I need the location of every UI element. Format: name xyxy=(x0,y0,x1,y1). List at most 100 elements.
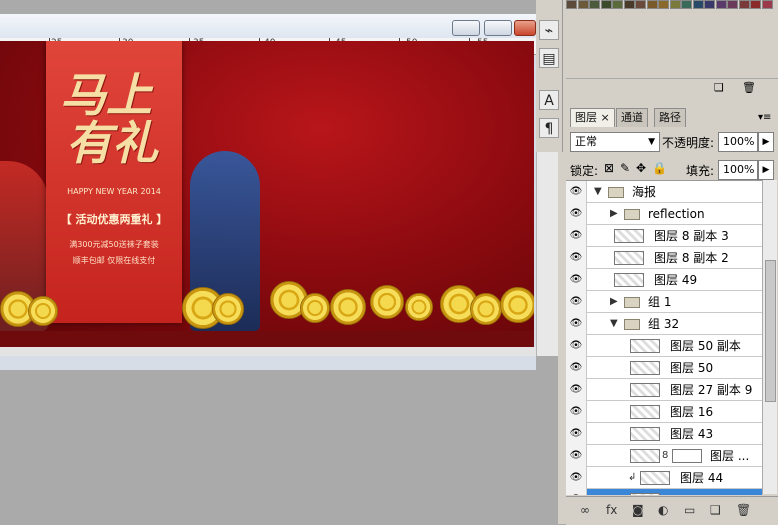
layer-list[interactable]: 👁 ▼ 海报 👁 ▶ reflection 👁 图层 8 副本 3 👁 图层 8 副本 2 👁 图层 … xyxy=(566,180,762,495)
swatches-panel[interactable] xyxy=(566,0,776,20)
opacity-field[interactable]: 100% xyxy=(718,132,758,152)
layer-row[interactable]: 👁 图层 16 xyxy=(566,401,762,423)
visibility-cell[interactable]: 👁 xyxy=(566,291,587,313)
color-swatch[interactable] xyxy=(669,0,681,9)
eye-icon[interactable]: 👁 xyxy=(569,472,583,483)
eye-icon[interactable]: 👁 xyxy=(569,494,583,495)
visibility-cell[interactable]: 👁 xyxy=(566,335,587,357)
color-swatch[interactable] xyxy=(635,0,646,9)
layer-row[interactable]: 👁 图层 43 xyxy=(566,423,762,445)
color-swatch[interactable] xyxy=(761,0,773,9)
layer-row[interactable]: 👁 ▼ 组 32 xyxy=(566,313,762,335)
expand-right-icon[interactable]: ▶ xyxy=(610,291,618,313)
visibility-cell[interactable]: 👁 xyxy=(566,401,587,423)
layer-row[interactable]: 👁 ↲ 图层 44 xyxy=(566,467,762,489)
color-swatch[interactable] xyxy=(692,0,704,9)
expand-right-icon[interactable]: ▶ xyxy=(610,203,618,225)
brush-icon[interactable]: ⌁ xyxy=(539,20,559,40)
fx-icon[interactable]: fx xyxy=(606,503,617,517)
stamp-icon[interactable]: ▤ xyxy=(539,48,559,68)
tab-paths[interactable]: 路径 xyxy=(654,108,686,127)
lock-all-icon[interactable]: 🔒 xyxy=(652,161,667,175)
character-icon[interactable]: A xyxy=(539,90,559,110)
layer-row[interactable]: 👁 图层 8 副本 3 xyxy=(566,225,762,247)
layer-row[interactable]: 👁 xyxy=(566,489,762,495)
visibility-cell[interactable]: 👁 xyxy=(566,313,587,335)
fill-arrow-icon[interactable]: ▶ xyxy=(758,160,774,180)
color-swatch[interactable] xyxy=(600,0,612,9)
trash-icon[interactable]: 🗑 xyxy=(742,81,756,94)
color-swatch[interactable] xyxy=(681,0,692,9)
visibility-cell[interactable]: 👁 xyxy=(566,247,587,269)
color-swatch[interactable] xyxy=(658,0,669,9)
tab-layers[interactable]: 图层 × xyxy=(570,108,615,127)
color-swatch[interactable] xyxy=(566,0,577,9)
eye-icon[interactable]: 👁 xyxy=(569,340,583,351)
layer-row[interactable]: 👁 图层 50 xyxy=(566,357,762,379)
lock-position-icon[interactable]: ✥ xyxy=(636,161,646,175)
color-swatch[interactable] xyxy=(623,0,635,9)
group-icon[interactable]: ▭ xyxy=(684,503,695,517)
expand-down-icon[interactable]: ▼ xyxy=(610,313,618,335)
scrollbar-thumb[interactable] xyxy=(765,260,776,402)
lock-transparent-icon[interactable]: ⊠ xyxy=(604,161,614,175)
link-icon[interactable]: ∞ xyxy=(580,503,590,517)
visibility-cell[interactable]: 👁 xyxy=(566,379,587,401)
eye-icon[interactable]: 👁 xyxy=(569,208,583,219)
visibility-cell[interactable]: 👁 xyxy=(566,269,587,291)
visibility-cell[interactable]: 👁 xyxy=(566,225,587,247)
mask-icon[interactable]: ◙ xyxy=(632,503,644,517)
opacity-arrow-icon[interactable]: ▶ xyxy=(758,132,774,152)
paragraph-icon[interactable]: ¶ xyxy=(539,118,559,138)
visibility-cell[interactable]: 👁 xyxy=(566,203,587,225)
visibility-cell[interactable]: 👁 xyxy=(566,181,587,203)
color-swatch[interactable] xyxy=(727,0,738,9)
eye-icon[interactable]: 👁 xyxy=(569,186,583,197)
adjustment-icon[interactable]: ◐ xyxy=(658,503,668,517)
visibility-cell[interactable]: 👁 xyxy=(566,467,587,489)
eye-icon[interactable]: 👁 xyxy=(569,230,583,241)
eye-icon[interactable]: 👁 xyxy=(569,406,583,417)
layer-row[interactable]: 👁 图层 50 副本 xyxy=(566,335,762,357)
layer-row[interactable]: 👁 ▶ 组 1 xyxy=(566,291,762,313)
eye-icon[interactable]: 👁 xyxy=(569,296,583,307)
color-swatch[interactable] xyxy=(738,0,750,9)
layer-row[interactable]: 👁 ▼ 海报 xyxy=(566,181,762,203)
trash-icon[interactable]: 🗑 xyxy=(736,503,751,517)
eye-icon[interactable]: 👁 xyxy=(569,252,583,263)
fill-field[interactable]: 100% xyxy=(718,160,758,180)
new-layer-icon[interactable]: ❑ xyxy=(710,503,721,517)
layer-row[interactable]: 👁 8 图层 ... xyxy=(566,445,762,467)
minimize-button[interactable] xyxy=(452,20,480,36)
color-swatch[interactable] xyxy=(750,0,761,9)
chain-link-icon[interactable]: 8 xyxy=(662,445,668,467)
visibility-cell[interactable]: 👁 xyxy=(566,489,587,495)
color-swatch[interactable] xyxy=(577,0,589,9)
expand-down-icon[interactable]: ▼ xyxy=(594,181,602,203)
eye-icon[interactable]: 👁 xyxy=(569,450,583,461)
layer-row[interactable]: 👁 图层 8 副本 2 xyxy=(566,247,762,269)
tab-close-icon[interactable]: × xyxy=(601,111,610,124)
visibility-cell[interactable]: 👁 xyxy=(566,445,587,467)
color-swatch[interactable] xyxy=(612,0,623,9)
eye-icon[interactable]: 👁 xyxy=(569,318,583,329)
eye-icon[interactable]: 👁 xyxy=(569,274,583,285)
layer-row[interactable]: 👁 图层 27 副本 9 xyxy=(566,379,762,401)
close-button[interactable] xyxy=(514,20,536,36)
visibility-cell[interactable]: 👁 xyxy=(566,357,587,379)
color-swatch[interactable] xyxy=(646,0,658,9)
color-swatch[interactable] xyxy=(704,0,715,9)
restore-button[interactable] xyxy=(484,20,512,36)
tab-channels[interactable]: 通道 xyxy=(616,108,648,127)
blend-mode-select[interactable]: 正常 ▼ xyxy=(570,132,660,152)
canvas-banner[interactable]: 马上 有礼 HAPPY NEW YEAR 2014 【 活动优惠两重礼 】 满3… xyxy=(0,41,534,331)
layer-row[interactable]: 👁 ▶ reflection xyxy=(566,203,762,225)
panel-menu-icon[interactable]: ▾≡ xyxy=(758,112,771,123)
layer-list-scrollbar[interactable] xyxy=(762,180,777,494)
visibility-cell[interactable]: 👁 xyxy=(566,423,587,445)
eye-icon[interactable]: 👁 xyxy=(569,384,583,395)
new-swatch-icon[interactable]: ❑ xyxy=(714,81,724,94)
layer-row[interactable]: 👁 图层 49 xyxy=(566,269,762,291)
lock-pixels-icon[interactable]: ✎ xyxy=(620,161,630,175)
eye-icon[interactable]: 👁 xyxy=(569,428,583,439)
